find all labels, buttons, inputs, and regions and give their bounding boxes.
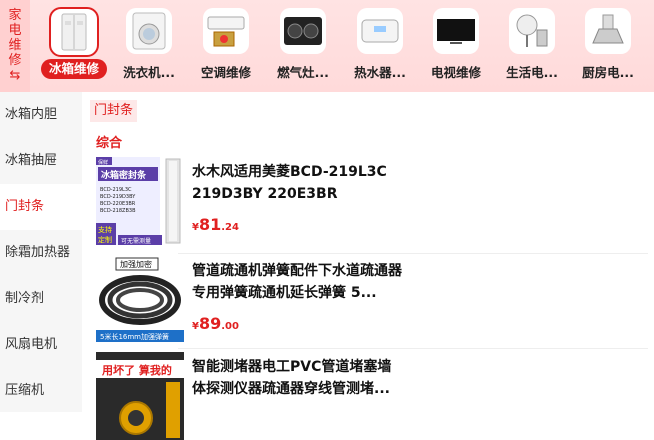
category-bar: 家 电 维 修 ⇆ 冰箱维修 洗衣机... 空调维修 燃气灶... 热水器... — [0, 0, 654, 92]
sidebar-item[interactable]: 风扇电机 — [0, 322, 82, 368]
thumb-text: 支持 — [98, 225, 112, 234]
thumb-text: BCD-219L3C — [100, 187, 132, 193]
thumb-text: 可无需测量 — [121, 237, 151, 245]
category-small-appliance[interactable]: 生活电... — [490, 8, 570, 88]
thumb-text: 冰箱密封条 — [101, 169, 147, 181]
sidebar-item[interactable]: 制冷剂 — [0, 276, 82, 322]
aircon-icon — [203, 8, 249, 54]
sidebar-item[interactable]: 冰箱内胆 — [0, 92, 82, 138]
stove-icon — [280, 8, 326, 54]
sort-comprehensive[interactable]: 综合 — [96, 132, 122, 151]
category-aircon[interactable]: 空调维修 — [184, 8, 264, 88]
menu-label-char: 修 — [8, 53, 22, 68]
thumb-text: 保鲜 — [98, 159, 108, 166]
product-list: 门封条 综合 保鲜 冰箱密封条 BCD-219L3C BCD-219D3BY B… — [82, 92, 654, 440]
thumb-text: 加强加密 — [120, 259, 152, 269]
product-title: 水木风适用美菱BCD-219L3C 219D3BY 220E3BR 218ZB3… — [192, 164, 387, 202]
price-decimal: .00 — [221, 321, 239, 332]
thumb-text: BCD-220E3BR — [100, 201, 136, 207]
product-price: ¥89.00 — [192, 314, 239, 333]
thumb-text: BCD-218ZB3B — [100, 208, 136, 214]
price-integer: 81 — [198, 215, 222, 234]
sidebar-item-active[interactable]: 门封条 — [0, 184, 82, 230]
menu-label-char: 家 — [8, 8, 22, 23]
category-stove[interactable]: 燃气灶... — [261, 8, 341, 88]
menu-label-char: 电 — [8, 23, 22, 38]
category-fridge[interactable]: 冰箱维修 — [32, 7, 112, 88]
price-currency: ¥ — [192, 321, 199, 332]
category-label: 热水器... — [354, 65, 406, 80]
product-image: 保鲜 冰箱密封条 BCD-219L3C BCD-219D3BY BCD-220E… — [96, 157, 184, 245]
price-currency: ¥ — [192, 222, 199, 233]
category-kitchen[interactable]: 厨房电... — [566, 8, 646, 88]
sidebar-item[interactable]: 除霜加热器 — [0, 230, 82, 276]
breadcrumb[interactable]: 门封条 — [90, 100, 138, 122]
category-label: 厨房电... — [582, 65, 634, 80]
product-card[interactable]: 加强加密 5米长16mm加强弹簧 管道疏通机弹簧配件下水道疏通器专用弹簧疏通机延… — [96, 256, 654, 344]
category-label: 电视维修 — [430, 65, 481, 80]
swap-icon: ⇆ — [9, 68, 21, 83]
category-tv[interactable]: 电视维修 — [414, 8, 494, 88]
sidebar-item[interactable]: 冰箱抽屉 — [0, 138, 82, 184]
price-decimal: .24 — [221, 222, 239, 233]
menu-label-char: 维 — [8, 38, 22, 53]
product-card[interactable]: 用坏了 算我的 智能测堵器电工PVC管道堵塞墙体探测仪器疏通器穿线管测堵... — [96, 352, 654, 440]
thumb-text: 用坏了 算我的 — [102, 363, 172, 377]
washer-icon — [126, 8, 172, 54]
water-heater-icon — [357, 8, 403, 54]
thumb-text: 5米长16mm加强弹簧 — [100, 332, 169, 341]
category-label: 燃气灶... — [277, 65, 329, 80]
thumb-text: 定制 — [98, 235, 112, 244]
category-label: 冰箱维修 — [41, 59, 107, 79]
fridge-icon — [49, 7, 99, 57]
product-title: 管道疏通机弹簧配件下水道疏通器专用弹簧疏通机延长弹簧 5... — [192, 263, 402, 301]
category-label: 生活电... — [506, 65, 558, 80]
sidebar: 冰箱内胆 冰箱抽屉 门封条 除霜加热器 制冷剂 风扇电机 压缩机 — [0, 92, 82, 412]
product-price: ¥81.24 — [192, 215, 239, 234]
divider — [178, 348, 648, 349]
range-hood-icon — [585, 8, 631, 54]
price-integer: 89 — [198, 314, 222, 333]
thumb-text: BCD-219D3BY — [100, 194, 136, 200]
fan-icon — [509, 8, 555, 54]
product-title: 智能测堵器电工PVC管道堵塞墙体探测仪器疏通器穿线管测堵... — [192, 359, 392, 397]
product-image: 用坏了 算我的 — [96, 352, 184, 440]
category-label: 空调维修 — [200, 65, 251, 80]
category-water-heater[interactable]: 热水器... — [338, 8, 418, 88]
category-menu-toggle[interactable]: 家 电 维 修 ⇆ — [0, 0, 30, 92]
sidebar-item[interactable]: 压缩机 — [0, 368, 82, 414]
divider — [178, 253, 648, 254]
product-image: 加强加密 5米长16mm加强弹簧 — [96, 256, 184, 344]
category-label: 洗衣机... — [123, 65, 175, 80]
tv-icon — [433, 8, 479, 54]
product-card[interactable]: 保鲜 冰箱密封条 BCD-219L3C BCD-219D3BY BCD-220E… — [96, 157, 654, 245]
category-washer[interactable]: 洗衣机... — [107, 8, 187, 88]
